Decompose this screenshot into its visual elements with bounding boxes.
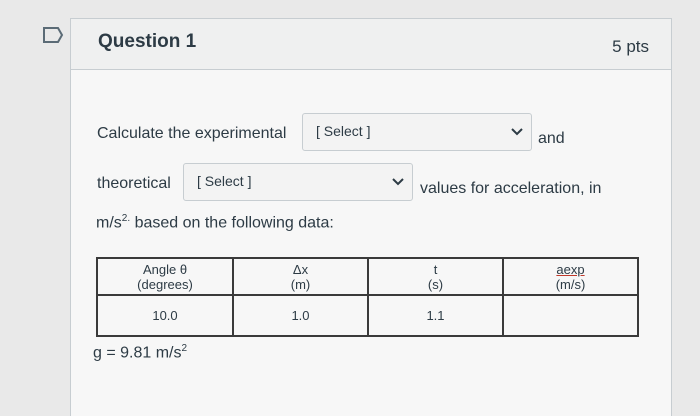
experimental-select[interactable]: [ Select ] bbox=[302, 113, 532, 151]
bookmark-flag-icon[interactable] bbox=[42, 26, 64, 44]
header-aexp-name: aexp bbox=[556, 261, 585, 277]
question-title: Question 1 bbox=[98, 31, 197, 52]
question-header: Question 1 5 pts bbox=[71, 19, 671, 70]
header-angle-unit: (degrees) bbox=[137, 276, 193, 292]
chevron-down-icon bbox=[392, 178, 404, 186]
gravity-superscript: 2 bbox=[181, 343, 188, 354]
header-aexp: aexp (m/s) bbox=[502, 257, 639, 296]
gravity-text: g = 9.81 m/s bbox=[93, 344, 182, 362]
theoretical-select-value: [ Select ] bbox=[197, 173, 252, 189]
prompt-line1-post: and bbox=[538, 130, 565, 147]
header-aexp-unit: (m/s) bbox=[555, 276, 586, 292]
cell-dx: 1.0 bbox=[232, 294, 369, 337]
header-dx-name: Δx bbox=[292, 261, 309, 277]
unit-text: m/s bbox=[96, 214, 122, 232]
table-row: 10.0 1.0 1.1 bbox=[96, 294, 639, 337]
theoretical-select[interactable]: [ Select ] bbox=[183, 163, 413, 201]
prompt-line1-pre: Calculate the experimental bbox=[97, 125, 287, 142]
header-t: t (s) bbox=[367, 257, 504, 296]
header-dx: Δx (m) bbox=[232, 257, 369, 296]
cell-angle: 10.0 bbox=[96, 294, 234, 337]
unit-superscript: 2. bbox=[121, 213, 131, 224]
header-angle: Angle θ (degrees) bbox=[96, 257, 234, 296]
cell-aexp bbox=[502, 294, 639, 337]
experimental-select-value: [ Select ] bbox=[316, 123, 371, 139]
header-angle-name: Angle θ bbox=[142, 261, 188, 277]
header-t-name: t bbox=[433, 261, 438, 277]
question-points: 5 pts bbox=[612, 37, 649, 56]
header-t-unit: (s) bbox=[427, 276, 444, 292]
question-card: Question 1 5 pts Calculate the experimen… bbox=[70, 18, 672, 416]
prompt-line3: m/s2. based on the following data: bbox=[96, 213, 334, 232]
prompt-line3-post: based on the following data: bbox=[134, 214, 334, 232]
gravity-value: g = 9.81 m/s2 bbox=[93, 343, 187, 362]
data-table: Angle θ (degrees) Δx (m) t (s) aexp (m/s… bbox=[96, 257, 639, 337]
table-header-row: Angle θ (degrees) Δx (m) t (s) aexp (m/s… bbox=[96, 257, 639, 296]
chevron-down-icon bbox=[511, 128, 523, 136]
prompt-line2-post: values for acceleration, in bbox=[420, 180, 602, 197]
cell-t: 1.1 bbox=[367, 294, 504, 337]
prompt-line2-pre: theoretical bbox=[97, 175, 171, 192]
header-dx-unit: (m) bbox=[290, 276, 311, 292]
